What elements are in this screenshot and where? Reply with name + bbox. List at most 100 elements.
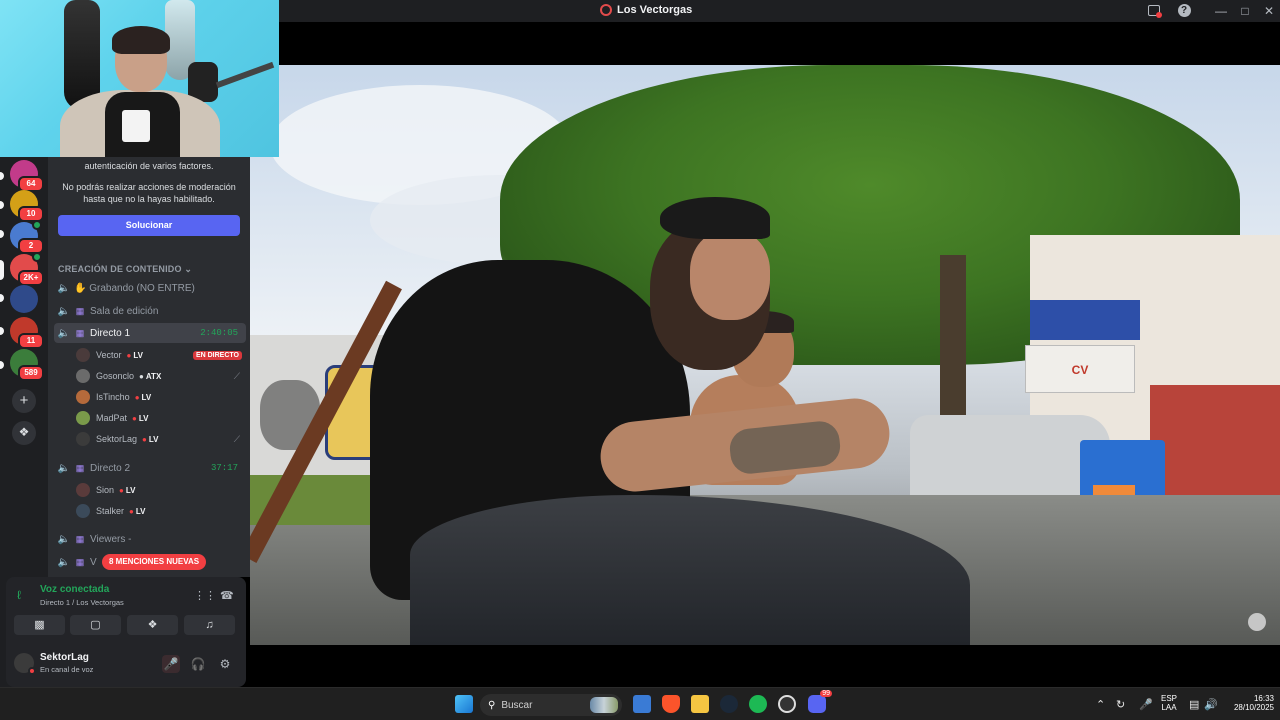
current-username[interactable]: SektorLag bbox=[40, 652, 89, 663]
clock[interactable]: 16:33 28/10/2025 bbox=[1224, 694, 1274, 720]
disconnect-icon[interactable]: ☎ bbox=[220, 589, 234, 602]
minimize-icon[interactable]: — bbox=[1213, 3, 1229, 19]
compass-icon[interactable]: ❖ bbox=[12, 421, 36, 445]
activities-button[interactable]: ❖ bbox=[127, 615, 178, 635]
server-icon-3[interactable]: 2 bbox=[10, 220, 44, 254]
user-tag: ● LV bbox=[132, 413, 149, 423]
voice-user[interactable]: IsTincho ● LV bbox=[76, 387, 246, 407]
server-badge: 10 bbox=[18, 206, 44, 222]
voice-user[interactable]: SektorLag ● LV ⟋ bbox=[76, 429, 246, 449]
game-launcher-icon[interactable] bbox=[778, 695, 796, 713]
user-name: Vector bbox=[96, 350, 122, 360]
voice-user[interactable]: Stalker ● LV bbox=[76, 501, 246, 521]
windows-start-icon[interactable] bbox=[455, 695, 473, 713]
unread-pill bbox=[0, 361, 4, 369]
clock-time: 16:33 bbox=[1253, 694, 1274, 703]
user-name: Stalker bbox=[96, 506, 125, 516]
user-tag: ● LV bbox=[142, 434, 159, 444]
server-icon-1[interactable]: 64 bbox=[10, 160, 44, 192]
maximize-icon[interactable]: □ bbox=[1237, 3, 1253, 19]
window-title: Los Vectorgas bbox=[600, 4, 692, 16]
noise-suppression-icon[interactable]: ⋮⋮ bbox=[194, 589, 216, 602]
clock-date: 28/10/2025 bbox=[1233, 703, 1274, 712]
server-tag-icon: ● bbox=[139, 371, 144, 381]
server-icon-7[interactable]: 589 bbox=[10, 349, 44, 381]
server-tag-icon: ● bbox=[119, 485, 124, 495]
status-dot-icon bbox=[28, 667, 36, 675]
taskbar: ⚲ Buscar 99 ⌃ ↻ 🎤 ESP LAA ▤ 🔊 16:33 28/1… bbox=[0, 687, 1280, 720]
voice-user[interactable]: Vector ● LV EN DIRECTO bbox=[76, 345, 246, 365]
soundboard-button[interactable]: ♫ bbox=[184, 615, 235, 635]
building-awning bbox=[1030, 300, 1140, 340]
signal-icon[interactable]: ℓ bbox=[17, 588, 21, 602]
channel-list: autenticación de varios factores. No pod… bbox=[48, 157, 250, 577]
server-badge: 2 bbox=[18, 238, 44, 254]
display-icon[interactable]: ▤ bbox=[1189, 698, 1199, 711]
voice-channel-path[interactable]: Directo 1 / Los Vectorgas bbox=[40, 598, 124, 607]
help-icon[interactable]: ? bbox=[1176, 3, 1192, 19]
server-badge: 589 bbox=[18, 365, 44, 381]
voice-status[interactable]: Voz conectada bbox=[40, 584, 109, 595]
headphones-icon[interactable]: 🎧 bbox=[189, 655, 207, 673]
channel-sala-edicion[interactable]: 🔈 ▦ Sala de edición bbox=[54, 301, 246, 321]
plus-icon[interactable]: + bbox=[12, 389, 36, 413]
server-tag-icon: ● bbox=[129, 506, 134, 516]
spotify-icon[interactable] bbox=[749, 695, 767, 713]
gear-icon[interactable]: ⚙ bbox=[216, 655, 234, 673]
voice-user[interactable]: Gosonclo ● ATX ⟋ bbox=[76, 366, 246, 386]
speaker-icon: 🔈 bbox=[57, 305, 71, 317]
voice-indicator-icon bbox=[32, 252, 42, 262]
streamer bbox=[60, 26, 220, 157]
microphone-icon[interactable]: 🎤 bbox=[1139, 698, 1153, 711]
new-mentions-pill[interactable]: 8 MENCIONES NUEVAS bbox=[102, 554, 207, 570]
server-badge: 2K+ bbox=[18, 270, 44, 286]
category-header[interactable]: CREACIÓN DE CONTENIDO ⌄ bbox=[58, 264, 192, 275]
active-pill bbox=[0, 260, 4, 280]
inbox-icon[interactable] bbox=[1146, 3, 1162, 19]
channel-name: Directo 2 bbox=[90, 462, 131, 474]
person-cap bbox=[660, 197, 770, 239]
speaker-icon: 🔈 bbox=[57, 327, 71, 339]
steam-icon[interactable] bbox=[720, 695, 738, 713]
camera-icon[interactable] bbox=[1248, 613, 1266, 631]
channel-directo-1[interactable]: 🔈 ▦ Directo 1 2:40:05 bbox=[54, 323, 246, 343]
stage-icon: ▦ bbox=[75, 533, 85, 544]
server-tag-icon: ● bbox=[134, 392, 140, 402]
screen-share-button[interactable]: ▢ bbox=[70, 615, 121, 635]
stream-video[interactable]: CV bbox=[250, 65, 1280, 645]
voice-user[interactable]: Sion ● LV bbox=[76, 480, 246, 500]
photos-app-icon[interactable] bbox=[633, 695, 651, 713]
server-icon-4[interactable]: 2K+ bbox=[10, 252, 44, 286]
brave-browser-icon[interactable] bbox=[662, 695, 680, 713]
server-icon-5[interactable] bbox=[10, 285, 38, 313]
channel-directo-2[interactable]: 🔈 ▦ Directo 2 37:17 bbox=[54, 458, 246, 478]
unread-pill bbox=[0, 172, 4, 180]
mic-muted-icon[interactable]: 🎤 bbox=[162, 655, 180, 673]
server-icon-2[interactable]: 10 bbox=[10, 190, 44, 222]
speaker-icon: 🔈 bbox=[57, 282, 71, 294]
taskbar-search[interactable]: ⚲ Buscar bbox=[480, 694, 622, 716]
sync-icon[interactable]: ↻ bbox=[1116, 698, 1125, 711]
discord-taskbar-icon[interactable]: 99 bbox=[808, 690, 832, 713]
file-explorer-icon[interactable] bbox=[691, 695, 709, 713]
speaker-icon: 🔈 bbox=[57, 462, 71, 474]
server-icon-6[interactable]: 11 bbox=[10, 317, 44, 349]
stage-icon: ▦ bbox=[75, 462, 85, 473]
user-name: IsTincho bbox=[96, 392, 130, 402]
camera-toggle-button[interactable]: ▩ bbox=[14, 615, 65, 635]
solve-button[interactable]: Solucionar bbox=[58, 215, 240, 236]
avatar[interactable] bbox=[14, 653, 36, 675]
user-name: SektorLag bbox=[96, 434, 138, 444]
voice-user[interactable]: MadPat ● LV bbox=[76, 408, 246, 428]
stream-viewer[interactable]: CV bbox=[250, 22, 1280, 687]
close-icon[interactable]: ✕ bbox=[1261, 3, 1277, 19]
server-tag-icon: ● bbox=[132, 413, 137, 423]
chevron-up-icon[interactable]: ⌃ bbox=[1096, 698, 1105, 711]
channel-viewers[interactable]: 🔈 ▦ Viewers - bbox=[54, 529, 246, 549]
volume-icon[interactable]: 🔊 bbox=[1204, 698, 1218, 711]
language-indicator[interactable]: ESP LAA bbox=[1158, 694, 1180, 720]
stage-icon: ▦ bbox=[75, 305, 85, 316]
channel-grabando[interactable]: 🔈 ✋ Grabando (NO ENTRE) bbox=[54, 278, 246, 298]
avatar bbox=[76, 411, 90, 425]
unread-pill bbox=[0, 294, 4, 302]
